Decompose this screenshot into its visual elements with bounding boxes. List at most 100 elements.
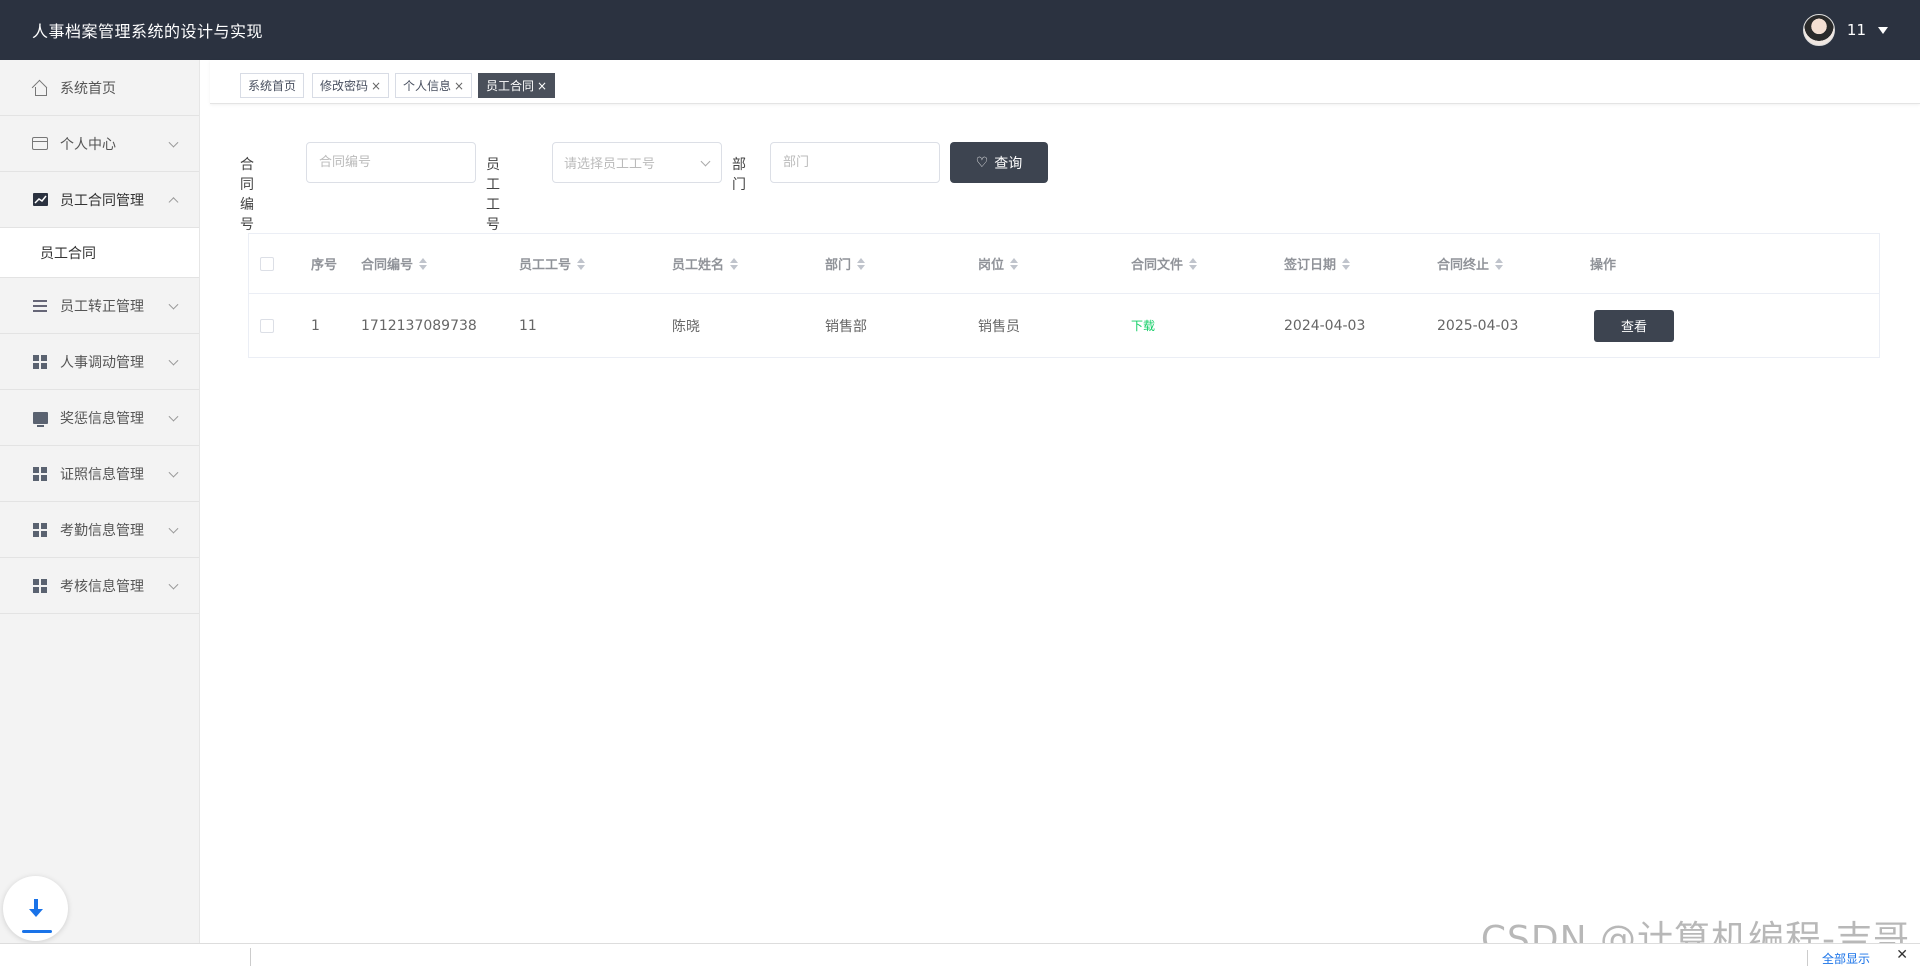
tab-personal-info[interactable]: 个人信息 ×	[395, 73, 473, 98]
sidebar-item-contract-management[interactable]: 员工合同管理	[0, 172, 199, 228]
avatar[interactable]	[1802, 14, 1835, 46]
sidebar-item-label: 考核信息管理	[60, 578, 144, 595]
caret-down-icon[interactable]	[1878, 26, 1888, 34]
heart-icon: ♡	[975, 154, 989, 171]
employee-no-select[interactable]: 请选择员工工号	[552, 142, 722, 183]
select-all-cell	[260, 234, 274, 293]
tab-label: 员工合同	[486, 79, 535, 93]
col-header-label: 序号	[311, 258, 338, 273]
table-header: 序号 合同编号 员工工号 员工姓名 部门 岗位 合同文件 签订日期 合同终止 操…	[249, 234, 1879, 294]
username[interactable]: 11	[1847, 21, 1866, 39]
view-button[interactable]: 查看	[1594, 309, 1674, 342]
chevron-down-icon	[168, 299, 179, 310]
cell-employee-no: 11	[519, 317, 537, 334]
sort-icon[interactable]	[1189, 257, 1198, 270]
contract-table: 序号 合同编号 员工工号 员工姓名 部门 岗位 合同文件 签订日期 合同终止 操…	[248, 233, 1880, 358]
cell-name: 陈晓	[672, 318, 700, 335]
download-icon	[28, 898, 43, 919]
tab-change-password[interactable]: 修改密码 ×	[312, 73, 390, 98]
contract-no-label: 合同编号	[240, 157, 254, 233]
chevron-down-icon	[168, 355, 179, 366]
tab-employee-contract[interactable]: 员工合同 ×	[478, 73, 556, 98]
sidebar-item-label: 员工合同管理	[60, 192, 144, 209]
col-header-label: 合同终止	[1437, 258, 1490, 273]
chevron-down-icon	[168, 137, 179, 148]
cell-sign-date: 2024-04-03	[1284, 317, 1366, 334]
sidebar-item-transfer[interactable]: 人事调动管理	[0, 334, 199, 390]
col-header-end-date[interactable]: 合同终止	[1437, 234, 1504, 293]
cell-end-date: 2025-04-03	[1437, 317, 1519, 334]
col-header-employee-no[interactable]: 员工工号	[519, 234, 586, 293]
sidebar-subitem-contract[interactable]: 员工合同	[0, 228, 199, 278]
dept-input[interactable]	[770, 142, 940, 183]
sidebar-item-rewards[interactable]: 奖惩信息管理	[0, 390, 199, 446]
sidebar-item-certificates[interactable]: 证照信息管理	[0, 446, 199, 502]
col-header-action: 操作	[1590, 234, 1616, 293]
row-checkbox[interactable]	[260, 318, 274, 333]
sort-icon[interactable]	[730, 257, 739, 270]
sidebar-item-personal-center[interactable]: 个人中心	[0, 116, 199, 172]
tab-home[interactable]: 系统首页	[240, 73, 305, 98]
close-icon[interactable]: ×	[537, 79, 547, 93]
col-header-name[interactable]: 员工姓名	[672, 234, 739, 293]
chevron-down-icon	[168, 579, 179, 590]
sidebar-item-label: 员工转正管理	[60, 298, 144, 315]
user-menu[interactable]: 11	[1802, 0, 1888, 60]
tab-label: 系统首页	[248, 79, 297, 93]
col-header-sign-date[interactable]: 签订日期	[1284, 234, 1351, 293]
sort-icon[interactable]	[857, 257, 866, 270]
chevron-up-icon	[168, 196, 179, 207]
app-title: 人事档案管理系统的设计与实现	[32, 22, 264, 41]
sort-icon[interactable]	[1495, 257, 1504, 270]
table-row: 1 1712137089738 11 陈晓 销售部 销售员 下载 2024-04…	[249, 294, 1879, 358]
cell-dept: 销售部	[825, 318, 867, 335]
show-all-link[interactable]: 全部显示	[1806, 950, 1870, 966]
sidebar-item-attendance[interactable]: 考勤信息管理	[0, 502, 199, 558]
sidebar-item-home[interactable]: 系统首页	[0, 60, 199, 116]
download-bar: 全部显示 ✕	[0, 943, 1920, 966]
sort-icon[interactable]	[577, 257, 586, 270]
employee-no-label: 员工工号	[486, 157, 500, 233]
cell-position: 销售员	[978, 318, 1020, 335]
chevron-down-icon	[168, 523, 179, 534]
chevron-down-icon	[700, 156, 711, 167]
download-link[interactable]: 下载	[1131, 317, 1155, 334]
sort-icon[interactable]	[419, 257, 428, 270]
close-icon[interactable]: ×	[371, 79, 381, 93]
col-header-label: 签订日期	[1284, 258, 1337, 273]
card-icon	[32, 136, 48, 152]
col-header-label: 部门	[825, 258, 852, 273]
sort-icon[interactable]	[1010, 257, 1019, 270]
employee-no-placeholder: 请选择员工工号	[564, 157, 656, 172]
sidebar: 系统首页 个人中心 员工合同管理 员工合同 员工转正管理 人事调动管理 奖惩信息…	[0, 60, 200, 966]
grid-icon	[32, 578, 48, 594]
cell-contract-no: 1712137089738	[361, 317, 477, 334]
col-header-contract-no[interactable]: 合同编号	[361, 234, 428, 293]
download-float-button[interactable]	[3, 876, 68, 941]
query-button-label: 查询	[994, 155, 1023, 172]
tab-bar: 系统首页 修改密码 × 个人信息 × 员工合同 ×	[210, 60, 1920, 104]
contract-no-input[interactable]	[306, 142, 476, 183]
sidebar-item-assessment[interactable]: 考核信息管理	[0, 558, 199, 614]
col-header-label: 员工姓名	[672, 258, 725, 273]
list-icon	[32, 298, 48, 314]
grid-icon	[32, 354, 48, 370]
chevron-down-icon	[168, 411, 179, 422]
sort-icon[interactable]	[1342, 257, 1351, 270]
select-all-checkbox[interactable]	[260, 256, 274, 271]
sidebar-item-regularization[interactable]: 员工转正管理	[0, 278, 199, 334]
col-header-index: 序号	[311, 234, 337, 293]
query-button[interactable]: ♡ 查询	[950, 142, 1048, 183]
close-icon[interactable]: ✕	[1896, 947, 1908, 963]
close-icon[interactable]: ×	[454, 79, 464, 93]
top-header: 人事档案管理系统的设计与实现 11	[0, 0, 1920, 60]
download-underline	[22, 930, 52, 933]
col-header-label: 岗位	[978, 258, 1005, 273]
col-header-position[interactable]: 岗位	[978, 234, 1019, 293]
col-header-dept[interactable]: 部门	[825, 234, 866, 293]
sidebar-item-label: 个人中心	[60, 136, 116, 153]
sidebar-item-label: 奖惩信息管理	[60, 410, 144, 427]
cell-file: 下载	[1131, 294, 1155, 357]
col-header-file[interactable]: 合同文件	[1131, 234, 1198, 293]
chevron-down-icon	[168, 467, 179, 478]
